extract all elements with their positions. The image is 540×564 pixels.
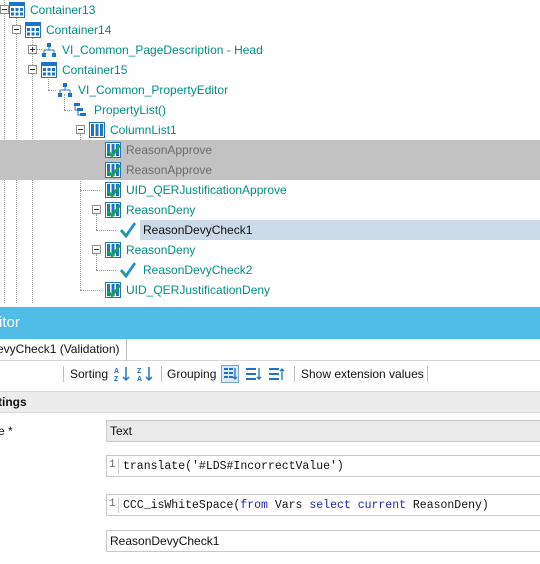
validated-column-icon [105, 142, 122, 159]
tree-node-label: ReasonApprove [126, 143, 213, 157]
sort-descending-icon[interactable]: ZA [136, 365, 154, 383]
line-number: 1 [108, 498, 119, 513]
property-label: e * [0, 424, 13, 438]
tree-node-reasondeny-1[interactable]: ReasonDeny [0, 200, 540, 220]
toolbar-separator [161, 366, 162, 382]
tree-node-columnlist1[interactable]: ColumnList1 [0, 120, 540, 140]
collapse-icon[interactable] [92, 205, 101, 214]
validated-column-icon [105, 182, 122, 199]
tree-node-reasonapprove-2[interactable]: ReasonApprove [0, 160, 540, 180]
tree-node-reasondeny-2[interactable]: ReasonDeny [0, 240, 540, 260]
validated-column-icon [105, 282, 122, 299]
component-reference-icon [41, 42, 57, 58]
editor-title-text: itor [0, 314, 20, 331]
tree-node-label: Container15 [62, 63, 128, 77]
tree-node-label: UID_QERJustificationDeny [126, 283, 271, 297]
tree-node-reasondevycheck1[interactable]: ReasonDevyCheck1 [0, 220, 540, 240]
toolbar-separator [427, 366, 428, 382]
tree-node-label: ColumnList1 [110, 123, 177, 137]
tree-node-label: ReasonDevyCheck2 [143, 263, 253, 277]
tree-node-label: ReasonDeny [126, 203, 196, 217]
code-text: translate('#LDS#IncorrectValue') [123, 460, 344, 473]
validation-check-icon [119, 222, 137, 239]
line-number: 1 [108, 459, 119, 474]
container-icon [25, 22, 41, 38]
component-reference-icon [57, 82, 73, 98]
tree-node-pagedescription[interactable]: VI_Common_PageDescription - Head [0, 40, 540, 60]
name-value: ReasonDevyCheck1 [110, 534, 220, 548]
condition-code-field[interactable]: 1 CCC_isWhiteSpace(from Vars select curr… [106, 494, 540, 516]
group-expand-icon[interactable] [245, 365, 263, 383]
tree-node-reasonapprove-1[interactable]: ReasonApprove [0, 140, 540, 160]
section-title: tings [0, 395, 27, 409]
component-tree: Container13 Container14 VI_Common_PageDe… [0, 0, 540, 303]
collapse-icon[interactable] [12, 25, 21, 34]
validation-check-icon [119, 262, 137, 279]
tree-node-propertyeditor[interactable]: VI_Common_PropertyEditor [0, 80, 540, 100]
validated-column-icon [105, 202, 122, 219]
error-message-code-field[interactable]: 1 translate('#LDS#IncorrectValue') [106, 455, 540, 477]
group-by-category-icon[interactable] [221, 365, 239, 383]
type-field[interactable]: Text [106, 420, 540, 442]
svg-text:Z: Z [114, 376, 119, 383]
tree-node-label: ReasonDevyCheck1 [143, 223, 253, 237]
name-field[interactable]: ReasonDevyCheck1 [106, 530, 540, 552]
editor-tabbar: evyCheck1 (Validation) [0, 339, 540, 361]
tree-node-label: UID_QERJustificationApprove [126, 183, 287, 197]
tree-node-label: PropertyList() [94, 103, 167, 117]
tree-node-label: ReasonApprove [126, 163, 213, 177]
tree-node-label: Container13 [30, 3, 96, 17]
tree-node-container14[interactable]: Container14 [0, 20, 540, 40]
tree-node-uid-deny[interactable]: UID_QERJustificationDeny [0, 280, 540, 300]
toolbar-separator [294, 366, 295, 382]
container-icon [9, 2, 25, 18]
column-list-icon [89, 122, 105, 138]
tree-node-container15[interactable]: Container15 [0, 60, 540, 80]
tree-node-reasondevycheck2[interactable]: ReasonDevyCheck2 [0, 260, 540, 280]
collapse-icon[interactable] [92, 245, 101, 254]
collapse-icon[interactable] [0, 5, 9, 14]
tree-node-propertylist[interactable]: PropertyList() [0, 100, 540, 120]
show-extension-values-button[interactable]: Show extension values [301, 367, 424, 381]
collapse-icon[interactable] [28, 65, 37, 74]
type-value: Text [110, 424, 133, 438]
tree-node-label: VI_Common_PageDescription - Head [62, 43, 263, 57]
validated-column-icon [105, 162, 122, 179]
tree-node-label: VI_Common_PropertyEditor [78, 83, 229, 97]
property-list-icon [73, 102, 89, 118]
sort-ascending-icon[interactable]: AZ [113, 365, 131, 383]
expand-icon[interactable] [28, 45, 37, 54]
property-toolbar: Sorting AZ ZA Grouping Show extension va… [0, 361, 540, 387]
svg-text:A: A [114, 368, 119, 375]
tab-validation[interactable]: evyCheck1 (Validation) [0, 339, 127, 361]
toolbar-separator [63, 366, 64, 382]
tree-node-label: ReasonDeny [126, 243, 196, 257]
editor-panel-title: itor [0, 307, 540, 339]
svg-text:A: A [137, 376, 142, 383]
grouping-label: Grouping [167, 367, 217, 381]
validated-column-icon [105, 242, 122, 259]
tree-node-label: Container14 [46, 23, 112, 37]
group-collapse-icon[interactable] [268, 365, 286, 383]
tree-node-container13[interactable]: Container13 [0, 0, 540, 20]
tree-node-uid-approve[interactable]: UID_QERJustificationApprove [0, 180, 540, 200]
code-text: CCC_isWhiteSpace(from Vars select curren… [123, 499, 489, 512]
sorting-label: Sorting [70, 367, 109, 381]
collapse-icon[interactable] [76, 125, 85, 134]
settings-section-header[interactable]: tings [0, 391, 540, 413]
container-icon [41, 62, 57, 78]
svg-text:Z: Z [137, 368, 142, 375]
